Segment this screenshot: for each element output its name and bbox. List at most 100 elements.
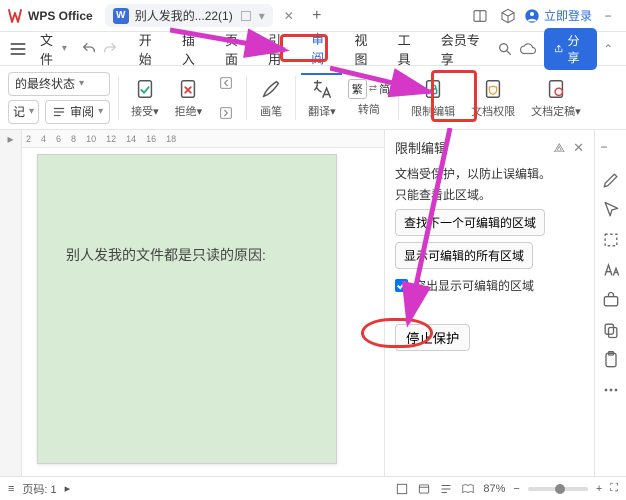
track-changes-dropdown[interactable]: 记▾ bbox=[8, 100, 39, 124]
panel-line1: 文档受保护，以防止误编辑。 bbox=[395, 165, 584, 182]
convert-label: 转简 bbox=[358, 101, 380, 117]
doc-check-icon bbox=[134, 78, 156, 100]
app-name: WPS Office bbox=[28, 9, 93, 23]
document-area: 2 4 6 8 10 12 14 16 18 别人发我的文件都是只读的原因: bbox=[22, 130, 384, 476]
ruler-tick: 2 bbox=[26, 134, 31, 144]
translate-button[interactable]: 翻译▾ bbox=[304, 77, 340, 119]
right-rail: − bbox=[594, 130, 626, 476]
prev-change-icon[interactable] bbox=[214, 71, 238, 95]
redo-icon[interactable] bbox=[100, 37, 120, 61]
markup-state-dropdown[interactable]: 的最终状态 ▾ bbox=[8, 72, 110, 96]
highlight-checkbox-row[interactable]: 突出显示可编辑的区域 bbox=[395, 277, 584, 294]
doc-type-icon: W bbox=[113, 8, 129, 24]
close-icon[interactable]: ✕ bbox=[573, 140, 584, 156]
ruler-tick: 12 bbox=[106, 134, 116, 144]
cursor-icon[interactable] bbox=[601, 200, 621, 220]
panel-line2: 只能查看此区域。 bbox=[395, 186, 584, 203]
doc-final-button[interactable]: 文档定稿▾ bbox=[527, 77, 585, 119]
ruler-tick: 10 bbox=[86, 134, 96, 144]
chevron-down-icon: ▾ bbox=[62, 43, 67, 54]
share-button[interactable]: 分享 bbox=[544, 28, 597, 70]
simplified-traditional-toggle[interactable]: 繁 ⇄ 简 bbox=[348, 79, 390, 99]
markup-state-label: 的最终状态 bbox=[15, 75, 75, 92]
next-page-icon[interactable]: ▸ bbox=[65, 482, 71, 495]
undo-icon[interactable] bbox=[79, 37, 99, 61]
track-label: 记 bbox=[13, 103, 25, 120]
doc-x-icon bbox=[177, 78, 199, 100]
ruler-tick: 16 bbox=[146, 134, 156, 144]
collapse-ribbon-icon[interactable]: ⌃ bbox=[599, 37, 619, 61]
workspace: ▸ 2 4 6 8 10 12 14 16 18 别人发我的文件都是只读的原因:… bbox=[0, 130, 626, 476]
more-icon[interactable] bbox=[601, 380, 621, 400]
left-gutter: ▸ bbox=[0, 130, 22, 476]
translate-icon bbox=[311, 78, 333, 100]
share-label: 分享 bbox=[567, 32, 586, 66]
view-outline-icon[interactable] bbox=[439, 482, 453, 496]
ruler-tick: 14 bbox=[126, 134, 136, 144]
find-next-region-button[interactable]: 查找下一个可编辑的区域 bbox=[395, 209, 545, 236]
rail-minimize-icon[interactable]: − bbox=[601, 140, 621, 160]
restrict-editing-button[interactable]: 限制编辑 bbox=[407, 77, 459, 119]
ribbon: 的最终状态 ▾ 记▾ 审阅▾ 接受▾ 拒绝▾ 画笔 翻译▾ bbox=[0, 66, 626, 130]
select-icon[interactable] bbox=[601, 230, 621, 250]
pin-icon[interactable]: ⟁ bbox=[553, 140, 565, 156]
reject-button[interactable]: 拒绝▾ bbox=[171, 77, 207, 119]
hamburger-icon[interactable] bbox=[8, 37, 28, 61]
page-number[interactable]: 页码: 1 bbox=[22, 481, 56, 497]
ruler-tick: 8 bbox=[71, 134, 76, 144]
copy-icon[interactable] bbox=[601, 320, 621, 340]
doc-lock-icon bbox=[422, 78, 444, 100]
zoom-level[interactable]: 87% bbox=[483, 483, 505, 495]
toolbox-icon[interactable] bbox=[601, 290, 621, 310]
zoom-in-icon[interactable]: + bbox=[596, 483, 602, 495]
menu-file-label: 文件 bbox=[40, 30, 60, 68]
fullscreen-icon[interactable]: ⛶ bbox=[610, 482, 618, 495]
aa-icon[interactable] bbox=[601, 260, 621, 280]
login-button[interactable]: 立即登录 bbox=[524, 7, 592, 24]
doc-permission-button[interactable]: 文档权限 bbox=[467, 77, 519, 119]
clipboard-icon[interactable] bbox=[601, 350, 621, 370]
outline-toggle-icon[interactable]: ▸ bbox=[0, 130, 21, 146]
document-page[interactable]: 别人发我的文件都是只读的原因: bbox=[37, 154, 337, 464]
page-text: 别人发我的文件都是只读的原因: bbox=[66, 247, 266, 263]
show-all-regions-button[interactable]: 显示可编辑的所有区域 bbox=[395, 242, 533, 269]
ruler-tick: 18 bbox=[166, 134, 176, 144]
cloud-icon[interactable] bbox=[518, 37, 538, 61]
menubar: 文件 ▾ 开始 插入 页面 引用 审阅 视图 工具 会员专享 分享 ⌃ bbox=[0, 32, 626, 66]
search-icon[interactable] bbox=[495, 37, 515, 61]
fan-label: 繁 bbox=[348, 79, 367, 99]
statusbar-menu-icon[interactable]: ≡ bbox=[8, 483, 14, 495]
highlight-checkbox-label: 突出显示可编辑的区域 bbox=[414, 277, 534, 294]
highlight-checkbox[interactable] bbox=[395, 279, 408, 292]
zoom-out-icon[interactable]: − bbox=[513, 483, 519, 495]
ink-brush-button[interactable]: 画笔 bbox=[255, 77, 287, 119]
share-icon bbox=[554, 43, 564, 55]
review-pane-dropdown[interactable]: 审阅▾ bbox=[45, 100, 110, 124]
statusbar: ≡ 页码: 1 ▸ 87% − + ⛶ bbox=[0, 476, 626, 500]
next-change-icon[interactable] bbox=[214, 101, 238, 125]
tab-menu-icon[interactable] bbox=[239, 9, 253, 23]
ruler[interactable]: 2 4 6 8 10 12 14 16 18 bbox=[22, 130, 384, 148]
stop-protection-button[interactable]: 停止保护 bbox=[395, 324, 470, 351]
ruler-tick: 4 bbox=[41, 134, 46, 144]
accept-button[interactable]: 接受▾ bbox=[127, 77, 163, 119]
zoom-slider[interactable] bbox=[528, 487, 588, 491]
view-read-icon[interactable] bbox=[461, 482, 475, 496]
reviewpane-label: 审阅 bbox=[70, 103, 94, 120]
chevron-down-icon: ▾ bbox=[79, 78, 84, 89]
view-web-icon[interactable] bbox=[417, 482, 431, 496]
restrict-editing-panel: 限制编辑 ⟁ ✕ 文档受保护，以防止误编辑。 只能查看此区域。 查找下一个可编辑… bbox=[384, 130, 594, 476]
window-minimize-icon[interactable]: − bbox=[596, 4, 620, 28]
view-print-icon[interactable] bbox=[395, 482, 409, 496]
doc-shield-icon bbox=[482, 78, 504, 100]
doc-title: 别人发我的...22(1) bbox=[135, 7, 233, 24]
doc-stamp-icon bbox=[545, 78, 567, 100]
package-icon[interactable] bbox=[496, 4, 520, 28]
swap-icon: ⇄ bbox=[369, 83, 377, 94]
pencil-icon[interactable] bbox=[601, 170, 621, 190]
tab-dropdown-icon[interactable]: ▾ bbox=[259, 9, 265, 23]
login-label: 立即登录 bbox=[544, 7, 592, 24]
brush-icon bbox=[260, 78, 282, 100]
ruler-tick: 6 bbox=[56, 134, 61, 144]
list-icon bbox=[52, 105, 66, 119]
